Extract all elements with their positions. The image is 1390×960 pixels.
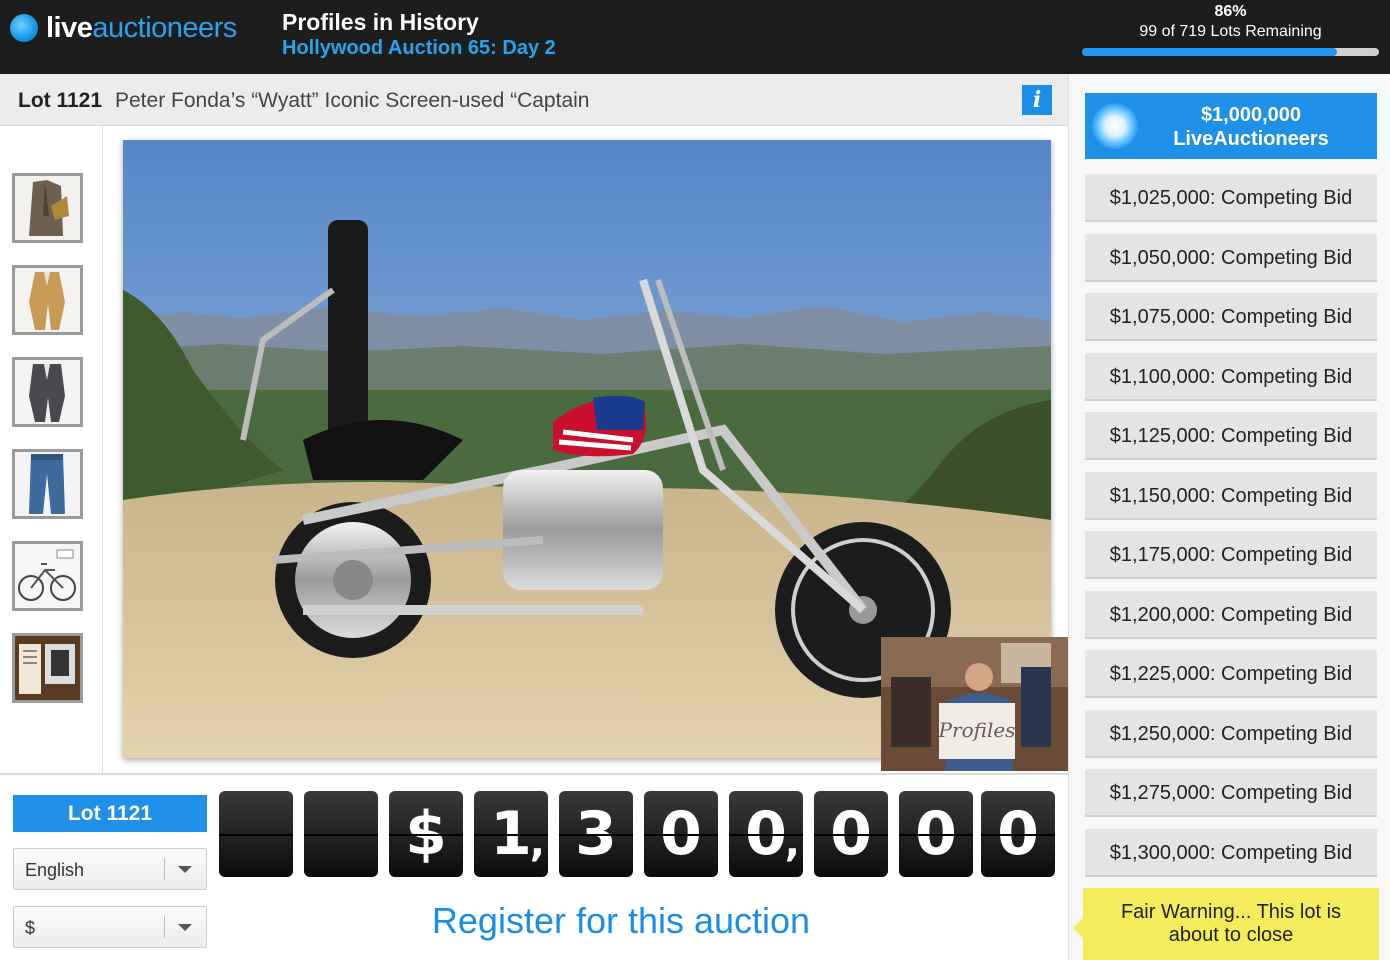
price-digit: 0, — [729, 791, 803, 877]
leading-bid: $1,000,000 LiveAuctioneers — [1085, 93, 1377, 159]
progress-bar-fill — [1082, 48, 1338, 56]
progress-bar — [1082, 48, 1379, 56]
liveauctioneers-logo[interactable]: liveauctioneers — [10, 11, 237, 45]
lots-remaining: 99 of 719 Lots Remaining — [1139, 23, 1322, 40]
thumb-bicycle[interactable] — [12, 541, 83, 611]
language-select[interactable]: English — [13, 848, 207, 890]
competing-bid-row: $1,275,000: Competing Bid — [1085, 769, 1377, 817]
competing-bid-row: $1,050,000: Competing Bid — [1085, 234, 1377, 282]
info-icon[interactable]: i — [1022, 85, 1052, 115]
leading-bidder: LiveAuctioneers — [1173, 128, 1329, 150]
thumb-suit-jacket[interactable] — [12, 173, 83, 243]
competing-bid-row: $1,250,000: Competing Bid — [1085, 710, 1377, 758]
thumb-tan-suit[interactable] — [12, 265, 83, 335]
competing-bid-row: $1,225,000: Competing Bid — [1085, 650, 1377, 698]
top-bar: liveauctioneers Profiles in History Holl… — [0, 0, 1390, 74]
price-digit: $ — [389, 791, 463, 877]
fair-warning-line1: Fair Warning... This lot is — [1120, 901, 1342, 923]
divider — [0, 773, 1068, 775]
competing-bid-row: $1,025,000: Competing Bid — [1085, 174, 1377, 222]
price-digit: 0 — [814, 791, 888, 877]
svg-text:Profiles: Profiles — [938, 718, 1016, 742]
register-link[interactable]: Register for this auction — [218, 900, 1024, 942]
progress-percent: 86% — [1214, 3, 1247, 20]
competing-bid-row: $1,100,000: Competing Bid — [1085, 353, 1377, 401]
price-digit: 0 — [644, 791, 718, 877]
price-digit — [304, 791, 378, 877]
chevron-down-icon — [178, 866, 192, 873]
price-digit: 0 — [899, 791, 973, 877]
price-digit: 0 — [981, 791, 1055, 877]
lots-progress: 86% 99 of 719 Lots Remaining — [1082, 3, 1379, 56]
lot-number: Lot 1121 — [18, 89, 103, 112]
fair-warning-line2: about to close — [1168, 924, 1294, 946]
competing-bid-row: $1,300,000: Competing Bid — [1085, 829, 1377, 877]
currency-select[interactable]: $ — [13, 906, 207, 948]
thumb-document[interactable] — [12, 633, 83, 703]
price-digit: 1, — [474, 791, 548, 877]
auction-house-title[interactable]: Profiles in History — [282, 9, 479, 36]
competing-bid-row: $1,150,000: Competing Bid — [1085, 472, 1377, 520]
lot-title: Peter Fonda’s “Wyatt” Iconic Screen-used… — [115, 89, 590, 112]
auction-name[interactable]: Hollywood Auction 65: Day 2 — [282, 37, 556, 60]
current-lot-badge: Lot 1121 — [13, 795, 207, 832]
competing-bid-row: $1,200,000: Competing Bid — [1085, 591, 1377, 639]
competing-bid-row: $1,075,000: Competing Bid — [1085, 293, 1377, 341]
currency-value: $ — [25, 918, 36, 938]
lot-title-bar: Lot 1121 Peter Fonda’s “Wyatt” Iconic Sc… — [0, 74, 1068, 126]
leading-bid-amount: $1,000,000 — [1200, 104, 1302, 126]
competing-bid-row: $1,175,000: Competing Bid — [1085, 531, 1377, 579]
logo-dot-icon — [10, 14, 38, 42]
competing-bid-row: $1,125,000: Competing Bid — [1085, 412, 1377, 460]
thumb-grey-suit[interactable] — [12, 357, 83, 427]
chevron-down-icon — [178, 924, 192, 931]
thumbnail-strip — [0, 126, 103, 774]
fair-warning-callout: Fair Warning... This lot is about to clo… — [1073, 888, 1379, 960]
thumb-jeans[interactable] — [12, 449, 83, 519]
language-value: English — [25, 860, 85, 880]
auctioneer-video[interactable]: Profiles — [881, 637, 1068, 771]
price-digit: 3 — [559, 791, 633, 877]
price-digit — [219, 791, 293, 877]
